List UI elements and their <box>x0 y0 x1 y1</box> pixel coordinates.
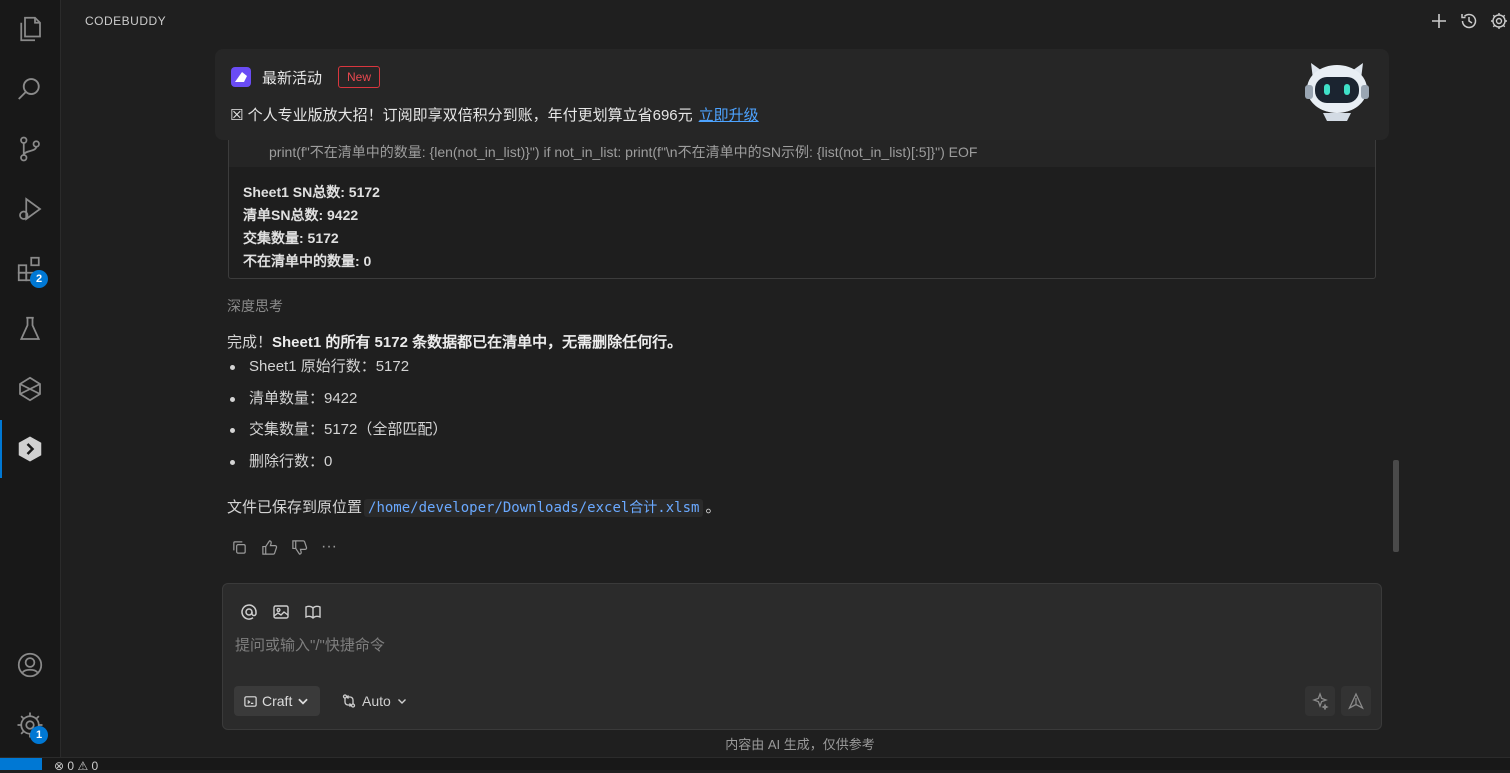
panel-actions <box>1428 10 1510 32</box>
composer-actions <box>1305 686 1371 716</box>
run-debug-icon[interactable] <box>0 186 60 232</box>
panel-title: CODEBUDDY <box>85 14 167 28</box>
extensions-icon[interactable]: 2 <box>0 246 60 292</box>
settings-icon[interactable] <box>1488 10 1510 32</box>
account-icon[interactable] <box>0 642 60 688</box>
composer-tools <box>239 602 323 622</box>
error-count: 0 <box>67 759 75 773</box>
list-item: 删除行数：0 <box>227 451 447 483</box>
ai-disclaimer: 内容由 AI 生成，仅供参考 <box>725 737 875 752</box>
promo-banner: 最新活动 New ☒ 个人专业版放大招！订阅即享双倍积分到账，年付更划算立省69… <box>215 49 1389 140</box>
mode-label: Craft <box>262 693 293 709</box>
remote-indicator[interactable] <box>0 758 42 770</box>
error-icon: ⊗ <box>54 759 65 773</box>
search-icon[interactable] <box>0 66 60 112</box>
warning-icon: ⚠ <box>77 759 89 773</box>
testing-icon[interactable] <box>0 306 60 352</box>
extensions-badge: 2 <box>30 270 48 288</box>
status-bar: ⊗ 0 ⚠ 0 <box>0 757 1510 773</box>
command-output: print(f"不在清单中的数量: {len(not_in_list)}") i… <box>228 120 1376 279</box>
command-result: Sheet1 SN总数: 5172 清单SN总数: 9422 交集数量: 517… <box>243 181 380 273</box>
mode-select[interactable]: Craft <box>234 686 321 716</box>
file-path[interactable]: /home/developer/Downloads/excel合计.xlsm <box>364 499 704 517</box>
sparkle-icon <box>1312 692 1329 710</box>
more-options-button[interactable]: ··· <box>320 538 338 556</box>
summary-list: Sheet1 原始行数：5172 清单数量：9422 交集数量：5172（全部匹… <box>227 356 447 482</box>
new-badge: New <box>338 66 381 88</box>
image-upload-icon[interactable] <box>271 602 291 622</box>
message-actions: ··· <box>230 538 338 556</box>
thumbs-down-icon[interactable] <box>290 538 308 556</box>
summary-bold: Sheet1 的所有 5172 条数据都已在清单中，无需删除任何行。 <box>272 334 683 351</box>
promo-title: 最新活动 <box>262 70 323 87</box>
history-icon[interactable] <box>1458 10 1480 32</box>
chat-scrollbar[interactable] <box>1393 460 1399 552</box>
codebuddy-icon[interactable] <box>0 420 60 478</box>
chat-input[interactable] <box>233 630 1367 660</box>
output-line: 不在清单中的数量: 0 <box>243 253 372 269</box>
promo-message: ☒ 个人专业版放大招！订阅即享双倍积分到账，年付更划算立省696元 <box>230 107 693 124</box>
saved-prefix: 文件已保存到原位置 <box>227 499 363 516</box>
activity-bar: 2 1 <box>0 0 61 757</box>
saved-suffix: 。 <box>705 499 721 516</box>
promo-text: ☒ 个人专业版放大招！订阅即享双倍积分到账，年付更划算立省696元 立即升级 <box>230 104 759 125</box>
send-button[interactable] <box>1341 686 1371 716</box>
craft-icon <box>244 695 257 707</box>
promo-logo-icon <box>231 67 251 87</box>
mention-icon[interactable] <box>239 602 259 622</box>
model-select[interactable]: Auto <box>341 686 408 716</box>
list-item: 清单数量：9422 <box>227 388 447 420</box>
new-chat-icon[interactable] <box>1428 10 1450 32</box>
list-item: 交集数量：5172（全部匹配） <box>227 419 447 451</box>
enhance-prompt-button[interactable] <box>1305 686 1335 716</box>
copy-icon[interactable] <box>230 538 248 556</box>
command-line: print(f"不在清单中的数量: {len(not_in_list)}") i… <box>269 144 978 160</box>
output-line: Sheet1 SN总数: 5172 <box>243 184 380 200</box>
problems-indicator[interactable]: ⊗ 0 ⚠ 0 <box>54 759 98 773</box>
chat-composer: Craft Auto <box>222 583 1382 730</box>
explorer-icon[interactable] <box>0 6 60 52</box>
model-label: Auto <box>362 693 391 709</box>
knowledge-book-icon[interactable] <box>303 602 323 622</box>
send-icon <box>1348 692 1364 710</box>
thumbs-up-icon[interactable] <box>260 538 278 556</box>
summary-prefix: 完成！ <box>227 334 273 351</box>
chevron-down-icon <box>298 698 309 705</box>
robot-mascot-icon <box>1305 63 1369 121</box>
source-control-icon[interactable] <box>0 126 60 172</box>
remote-explorer-icon[interactable] <box>0 366 60 412</box>
thinking-label[interactable]: 深度思考 <box>227 296 283 316</box>
saved-location: 文件已保存到原位置/home/developer/Downloads/excel… <box>227 496 720 517</box>
upgrade-link[interactable]: 立即升级 <box>699 107 759 124</box>
list-item: Sheet1 原始行数：5172 <box>227 356 447 388</box>
summary-text: 完成！Sheet1 的所有 5172 条数据都已在清单中，无需删除任何行。 <box>227 331 682 352</box>
output-line: 清单SN总数: 9422 <box>243 207 359 223</box>
chevron-down-icon <box>397 699 406 704</box>
output-line: 交集数量: 5172 <box>243 230 339 246</box>
warning-count: 0 <box>91 759 99 773</box>
model-switch-icon <box>342 694 356 708</box>
